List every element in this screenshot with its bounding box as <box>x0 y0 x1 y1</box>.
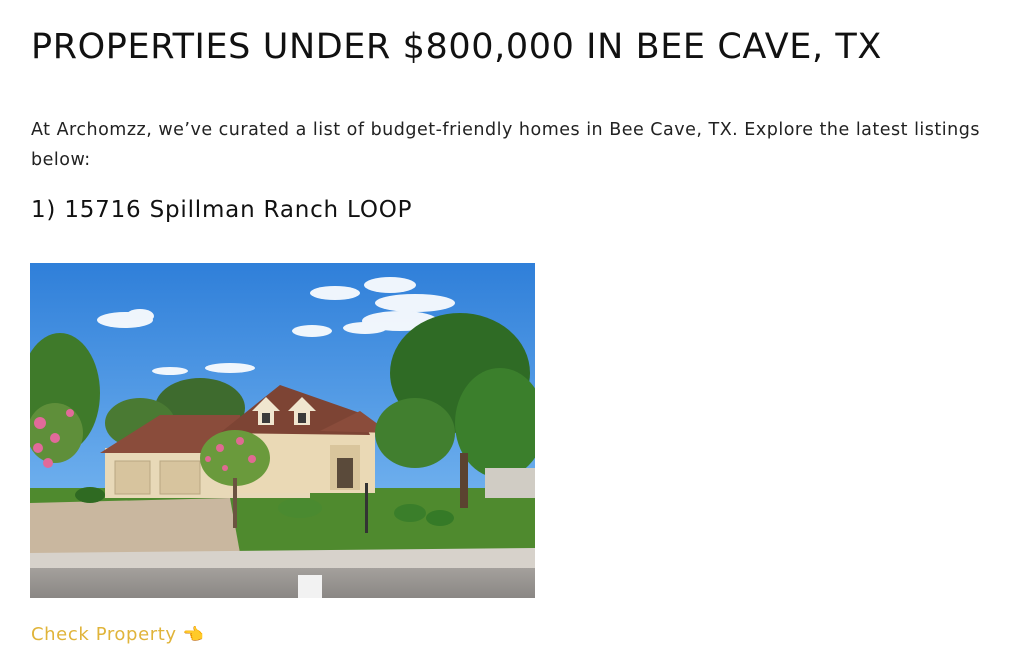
page-title: PROPERTIES UNDER $800,000 IN BEE CAVE, T… <box>31 27 882 67</box>
property-photo[interactable] <box>30 263 535 598</box>
pointing-hand-icon: 👈 <box>182 625 205 645</box>
listing-heading: 1) 15716 Spillman Ranch LOOP <box>31 197 413 223</box>
check-property-link[interactable]: Check Property 👈 <box>31 624 204 645</box>
intro-paragraph: At Archomzz, we’ve curated a list of bud… <box>31 120 980 170</box>
check-property-label: Check Property <box>31 624 177 645</box>
